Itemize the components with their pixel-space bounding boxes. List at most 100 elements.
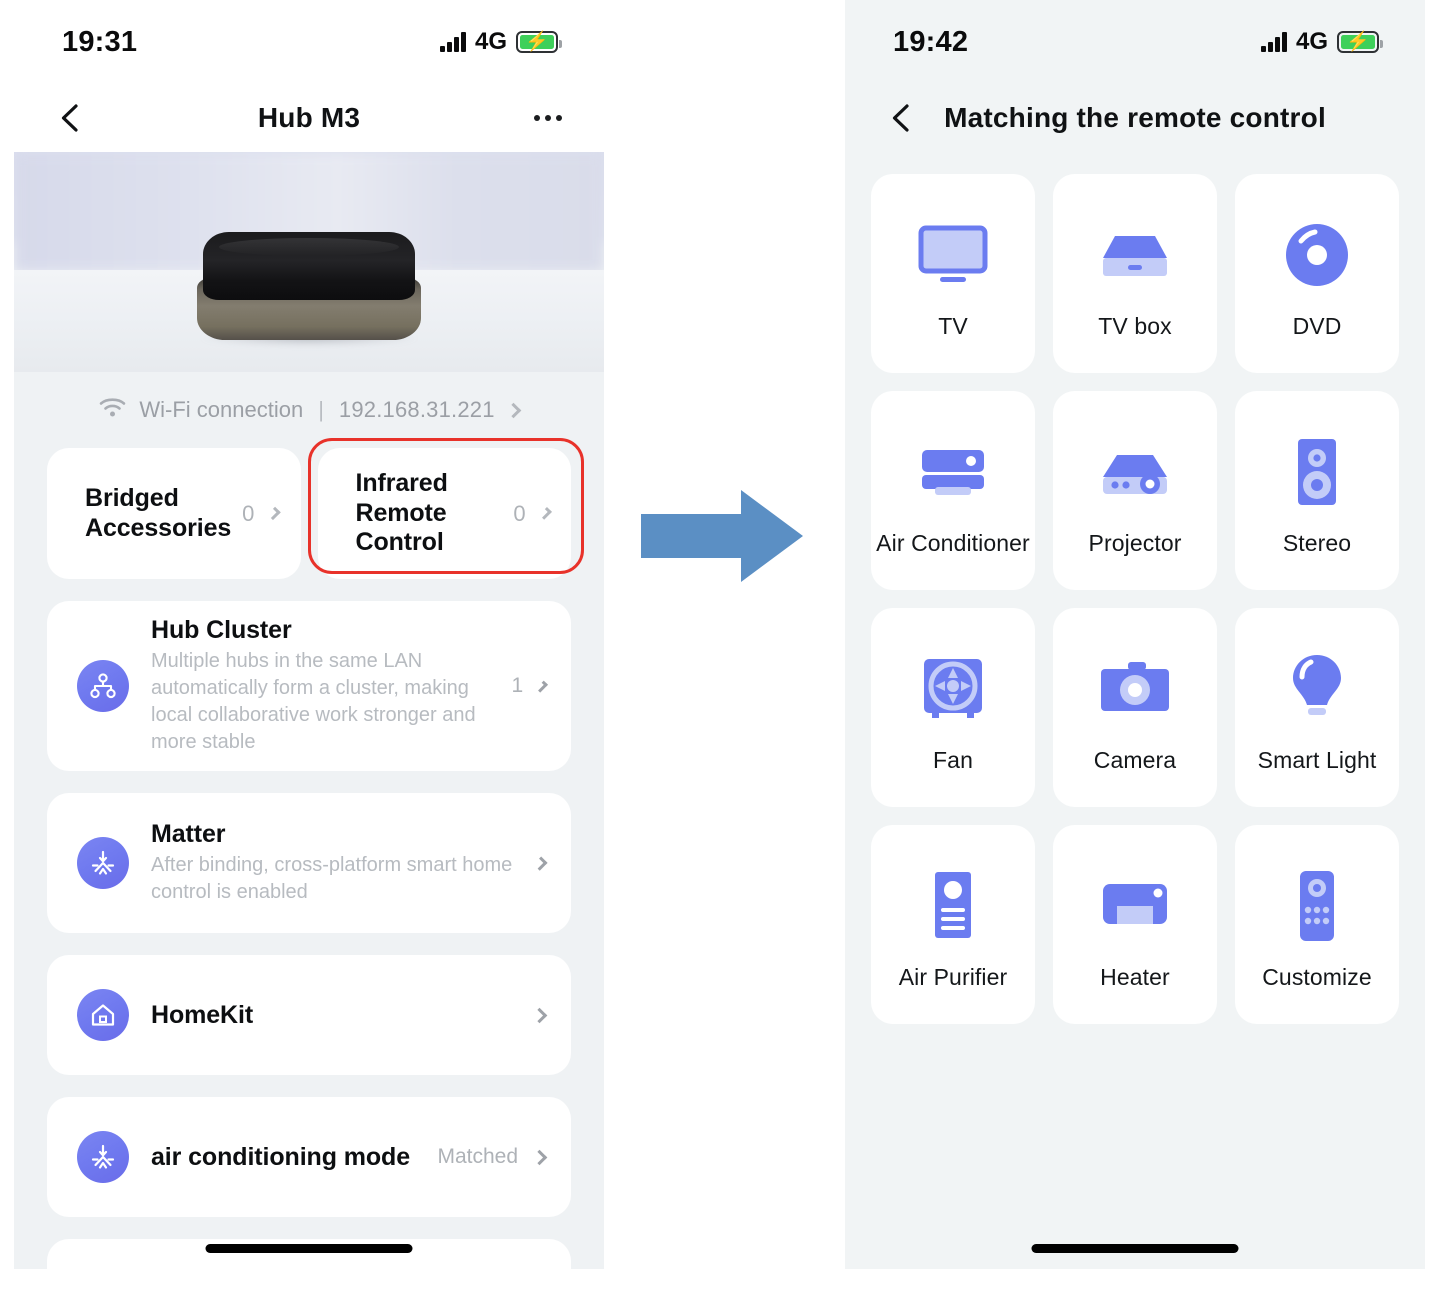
tv-box-icon xyxy=(1095,207,1175,303)
card-count: 0 xyxy=(513,500,526,526)
chevron-right-icon xyxy=(531,1007,548,1023)
card-body: Matter After binding, cross-platform sma… xyxy=(151,820,520,906)
status-time: 19:42 xyxy=(893,25,969,58)
tile-air-purifier[interactable]: Air Purifier xyxy=(871,825,1035,1024)
screenshot-root: 19:31 4G ⚡ Hub M3 Wi-Fi connection | 192… xyxy=(0,0,1440,1302)
air-purifier-icon xyxy=(925,858,981,954)
matter-icon xyxy=(77,1131,129,1183)
dual-card-row: Bridged Accessories 0 Infrared Remote Co… xyxy=(14,438,604,579)
homekit-card[interactable]: HomeKit xyxy=(47,955,571,1075)
tile-label: Customize xyxy=(1262,964,1372,990)
tile-label: Air Purifier xyxy=(898,964,1008,990)
tile-smart-light[interactable]: Smart Light xyxy=(1235,608,1399,807)
signal-bars-icon xyxy=(1261,32,1287,52)
page-title: Hub M3 xyxy=(257,102,361,133)
wifi-connection-label: Wi-Fi connection xyxy=(139,397,304,422)
chevron-right-icon xyxy=(267,506,282,521)
card-subtitle: After binding, cross-platform smart home… xyxy=(151,854,513,903)
wifi-connection-row[interactable]: Wi-Fi connection | 192.168.31.221 xyxy=(14,372,604,448)
nav-bar-right: Matching the remote control xyxy=(845,84,1425,152)
tile-label: TV xyxy=(938,313,968,339)
tile-stereo[interactable]: Stereo xyxy=(1235,391,1399,590)
tile-camera[interactable]: Camera xyxy=(1053,608,1217,807)
wifi-icon xyxy=(99,397,126,424)
air-conditioner-icon xyxy=(913,424,993,520)
card-subtitle: Multiple hubs in the same LAN automatica… xyxy=(151,650,476,753)
left-content: Wi-Fi connection | 192.168.31.221 Bridge… xyxy=(14,372,604,1269)
homekit-icon xyxy=(77,989,129,1041)
nav-bar-left: Hub M3 xyxy=(14,84,604,152)
tile-fan[interactable]: Fan xyxy=(871,608,1035,807)
home-indicator xyxy=(1031,1244,1239,1253)
chevron-right-icon xyxy=(505,402,521,418)
card-body: air conditioning mode xyxy=(151,1143,437,1172)
card-title: HomeKit xyxy=(151,1000,254,1029)
tile-air-conditioner[interactable]: Air Conditioner xyxy=(871,391,1035,590)
projector-icon xyxy=(1095,424,1175,520)
card-title: Matter xyxy=(151,820,226,848)
status-indicators: 4G ⚡ xyxy=(1261,28,1383,56)
matter-icon xyxy=(77,837,129,889)
infrared-remote-control-card[interactable]: Infrared Remote Control 0 xyxy=(307,438,584,579)
tile-label: TV box xyxy=(1098,313,1172,339)
chevron-right-icon xyxy=(531,1149,548,1165)
battery-charging-icon: ⚡ xyxy=(516,31,562,53)
ip-address-value: 192.168.31.221 xyxy=(338,397,495,422)
tile-label: DVD xyxy=(1292,313,1342,339)
tile-projector[interactable]: Projector xyxy=(1053,391,1217,590)
bridged-accessories-card[interactable]: Bridged Accessories 0 xyxy=(47,448,301,579)
remote-control-icon xyxy=(1291,858,1343,954)
air-conditioning-mode-card[interactable]: air conditioning mode Matched xyxy=(47,1097,571,1217)
tile-customize[interactable]: Customize xyxy=(1235,825,1399,1024)
card-body: HomeKit xyxy=(151,1001,518,1030)
network-type-label: 4G xyxy=(474,28,507,55)
device-hero-image xyxy=(14,152,604,372)
back-chevron-icon[interactable] xyxy=(54,101,88,135)
light-bulb-icon xyxy=(1285,641,1349,737)
stereo-speaker-icon xyxy=(1287,424,1347,520)
card-title: Hub Cluster xyxy=(151,616,292,644)
hub-cluster-icon xyxy=(77,660,129,712)
status-time: 19:31 xyxy=(62,25,138,58)
card-trailing-value: Matched xyxy=(437,1145,518,1168)
dvd-disc-icon xyxy=(1279,207,1355,303)
fan-icon xyxy=(917,641,989,737)
back-chevron-icon[interactable] xyxy=(885,101,919,135)
battery-charging-icon: ⚡ xyxy=(1337,31,1383,53)
page-title: Matching the remote control xyxy=(944,102,1326,133)
camera-icon xyxy=(1095,641,1175,737)
tile-label: Stereo xyxy=(1282,530,1352,556)
chevron-right-icon xyxy=(538,506,552,521)
status-bar-left: 19:31 4G ⚡ xyxy=(14,0,604,84)
status-bar-right: 19:42 4G ⚡ xyxy=(845,0,1425,84)
wifi-separator: | xyxy=(318,397,324,422)
heater-icon xyxy=(1095,858,1175,954)
card-trailing-value: 1 xyxy=(511,674,524,697)
tv-icon xyxy=(913,207,993,303)
left-phone-screen: 19:31 4G ⚡ Hub M3 Wi-Fi connection | 192… xyxy=(14,0,604,1269)
card-title: air conditioning mode xyxy=(151,1142,411,1171)
matter-card[interactable]: Matter After binding, cross-platform sma… xyxy=(47,793,571,933)
tile-label: Projector xyxy=(1088,530,1182,556)
tile-label: Air Conditioner xyxy=(876,530,1030,556)
card-title: Bridged Accessories xyxy=(85,483,232,542)
tile-label: Fan xyxy=(933,747,973,773)
tile-label: Camera xyxy=(1093,747,1177,773)
tile-heater[interactable]: Heater xyxy=(1053,825,1217,1024)
status-indicators: 4G ⚡ xyxy=(440,28,562,56)
chevron-right-icon xyxy=(536,680,549,692)
network-type-label: 4G xyxy=(1295,28,1328,55)
card-body: Hub Cluster Multiple hubs in the same LA… xyxy=(151,616,512,756)
hub-device-photo xyxy=(197,232,421,346)
more-options-icon[interactable] xyxy=(534,115,562,121)
chevron-right-icon xyxy=(533,856,548,870)
right-phone-screen: 19:42 4G ⚡ Matching the remote control T… xyxy=(845,0,1425,1269)
card-count: 0 xyxy=(242,500,255,526)
tile-label: Heater xyxy=(1100,964,1170,990)
tile-tv-box[interactable]: TV box xyxy=(1053,174,1217,373)
hub-cluster-card[interactable]: Hub Cluster Multiple hubs in the same LA… xyxy=(47,601,571,771)
tile-tv[interactable]: TV xyxy=(871,174,1035,373)
tile-dvd[interactable]: DVD xyxy=(1235,174,1399,373)
home-indicator xyxy=(205,1244,413,1253)
signal-bars-icon xyxy=(440,32,466,52)
